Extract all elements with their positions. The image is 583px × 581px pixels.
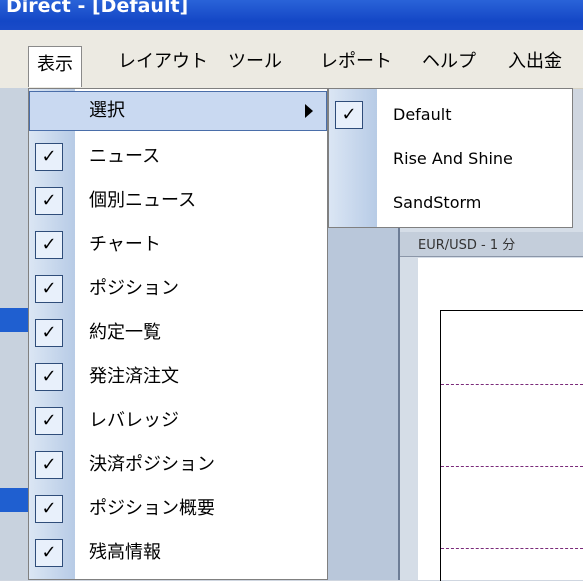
menu-layout[interactable]: レイアウト <box>118 44 208 80</box>
check-icon: ✓ <box>35 143 63 171</box>
menu-item-label: 選択 <box>89 100 125 121</box>
menu-item-pending-orders[interactable]: ✓ 発注済注文 <box>29 357 327 397</box>
submenu-item-label: Rise And Shine <box>393 149 513 168</box>
submenu-item-default[interactable]: ✓ Default <box>329 95 572 135</box>
check-icon: ✓ <box>35 187 63 215</box>
menu-item-label: ポジション概要 <box>89 498 215 519</box>
menu-item-select[interactable]: 選択 <box>29 91 327 131</box>
check-icon: ✓ <box>35 407 63 435</box>
menu-item-individual-news[interactable]: ✓ 個別ニュース <box>29 181 327 221</box>
chart-title: EUR/USD - 1 分 <box>418 238 516 253</box>
menu-item-balance[interactable]: ✓ 残高情報 <box>29 533 327 573</box>
menu-help[interactable]: ヘルプ <box>422 44 476 80</box>
menu-item-executions[interactable]: ✓ 約定一覧 <box>29 313 327 353</box>
check-icon: ✓ <box>35 275 63 303</box>
check-icon: ✓ <box>35 539 63 567</box>
panel-stripe <box>0 488 30 512</box>
menu-item-label: 個別ニュース <box>89 190 197 211</box>
check-icon: ✓ <box>35 231 63 259</box>
menu-item-position[interactable]: ✓ ポジション <box>29 269 327 309</box>
menu-item-label: レバレッジ <box>89 410 179 431</box>
check-icon: ✓ <box>335 101 363 129</box>
submenu-item-label: SandStorm <box>393 193 482 212</box>
submenu-item-sandstorm[interactable]: SandStorm <box>329 183 572 223</box>
menu-item-label: 約定一覧 <box>89 322 161 343</box>
check-icon: ✓ <box>35 451 63 479</box>
menu-item-label: ニュース <box>89 146 161 167</box>
menu-item-news[interactable]: ✓ ニュース <box>29 137 327 177</box>
chart-gridline <box>441 548 583 549</box>
check-icon: ✓ <box>35 363 63 391</box>
view-dropdown-menu: 選択 ✓ ニュース ✓ 個別ニュース ✓ チャート ✓ ポジション ✓ 約定一覧… <box>28 88 328 580</box>
chart-plot-area <box>440 310 583 581</box>
menu-item-label: 発注済注文 <box>89 366 179 387</box>
submenu-item-label: Default <box>393 105 452 124</box>
check-icon: ✓ <box>35 319 63 347</box>
menu-deposit[interactable]: 入出金 <box>508 44 562 80</box>
menu-item-leverage[interactable]: ✓ レバレッジ <box>29 401 327 441</box>
menu-item-label: ポジション <box>89 278 179 299</box>
chart-gridline <box>441 384 583 385</box>
menu-report[interactable]: レポート <box>320 44 392 80</box>
submenu-arrow-icon <box>305 104 313 118</box>
menu-item-position-summary[interactable]: ✓ ポジション概要 <box>29 489 327 529</box>
menu-item-chart[interactable]: ✓ チャート <box>29 225 327 265</box>
menu-item-closed-positions[interactable]: ✓ 決済ポジション <box>29 445 327 485</box>
chart-header[interactable]: EUR/USD - 1 分 <box>400 232 583 257</box>
title-bar: Direct - [Default] <box>0 0 583 30</box>
menu-view[interactable]: 表示 <box>28 46 82 87</box>
panel-stripe <box>0 308 30 332</box>
submenu-item-rise-and-shine[interactable]: Rise And Shine <box>329 139 572 179</box>
check-icon: ✓ <box>35 495 63 523</box>
left-panel-background <box>0 88 30 580</box>
menu-item-label: 残高情報 <box>89 542 161 563</box>
middle-panel-background <box>328 170 398 580</box>
menu-tools[interactable]: ツール <box>228 44 282 80</box>
menu-item-label: 決済ポジション <box>89 454 215 475</box>
chart-gridline <box>441 466 583 467</box>
menu-item-label: チャート <box>89 234 161 255</box>
window-title: Direct - [Default] <box>6 0 189 17</box>
menu-bar: 表示 レイアウト ツール レポート ヘルプ 入出金 <box>0 30 583 89</box>
layout-submenu: ✓ Default Rise And Shine SandStorm <box>328 88 573 228</box>
